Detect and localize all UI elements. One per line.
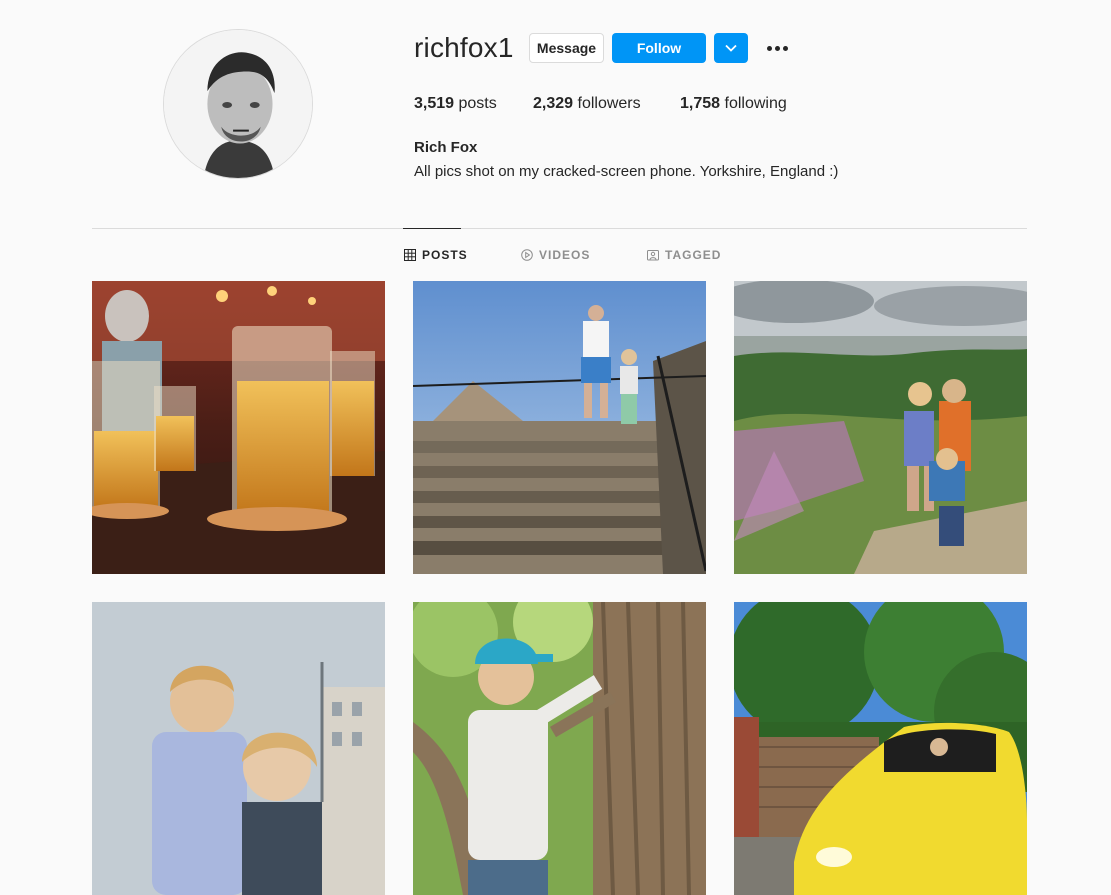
more-dot-icon [782, 45, 788, 51]
following-label: following [724, 95, 787, 112]
message-button[interactable]: Message [529, 33, 604, 63]
post-thumbnail[interactable] [413, 602, 706, 895]
tab-tagged[interactable]: TAGGED [647, 248, 721, 262]
posts-count: 3,519 [414, 95, 455, 112]
play-circle-icon [521, 249, 533, 261]
followers-label: followers [577, 95, 641, 112]
tab-posts[interactable]: POSTS [404, 248, 468, 262]
post-thumbnail[interactable] [92, 602, 385, 895]
post-thumbnail[interactable] [734, 281, 1027, 574]
tabs-divider [92, 228, 1027, 229]
followers-stat[interactable]: 2,329 followers [533, 95, 641, 113]
suggested-accounts-button[interactable] [714, 33, 748, 63]
active-tab-indicator [403, 228, 461, 229]
posts-label: posts [458, 95, 497, 112]
followers-count: 2,329 [533, 95, 574, 112]
tab-videos[interactable]: VIDEOS [521, 248, 590, 262]
child-in-tree-photo [413, 602, 706, 895]
more-dot-icon [766, 45, 772, 51]
tab-tagged-label: TAGGED [665, 248, 722, 262]
tab-posts-label: POSTS [422, 248, 468, 262]
posts-stat: 3,519 posts [414, 95, 497, 113]
following-stat[interactable]: 1,758 following [680, 95, 787, 113]
full-name: Rich Fox [414, 139, 478, 156]
profile-avatar[interactable] [163, 29, 313, 179]
post-thumbnail[interactable] [413, 281, 706, 574]
more-options-button[interactable] [763, 40, 791, 56]
pints-on-bar-photo [92, 281, 385, 574]
family-countryside-photo [734, 281, 1027, 574]
post-thumbnail[interactable] [734, 602, 1027, 895]
child-and-mother-photo [92, 602, 385, 895]
more-dot-icon [774, 45, 780, 51]
follow-button[interactable]: Follow [612, 33, 706, 63]
chevron-down-icon [725, 44, 737, 52]
post-thumbnail[interactable] [92, 281, 385, 574]
following-count: 1,758 [680, 95, 721, 112]
yellow-car-photo [734, 602, 1027, 895]
bio-text: All pics shot on my cracked-screen phone… [414, 163, 839, 180]
username: richfox1 [414, 32, 514, 63]
grid-icon [404, 249, 416, 261]
tab-videos-label: VIDEOS [539, 248, 591, 262]
steps-walk-photo [413, 281, 706, 574]
tag-photo-icon [647, 250, 659, 261]
